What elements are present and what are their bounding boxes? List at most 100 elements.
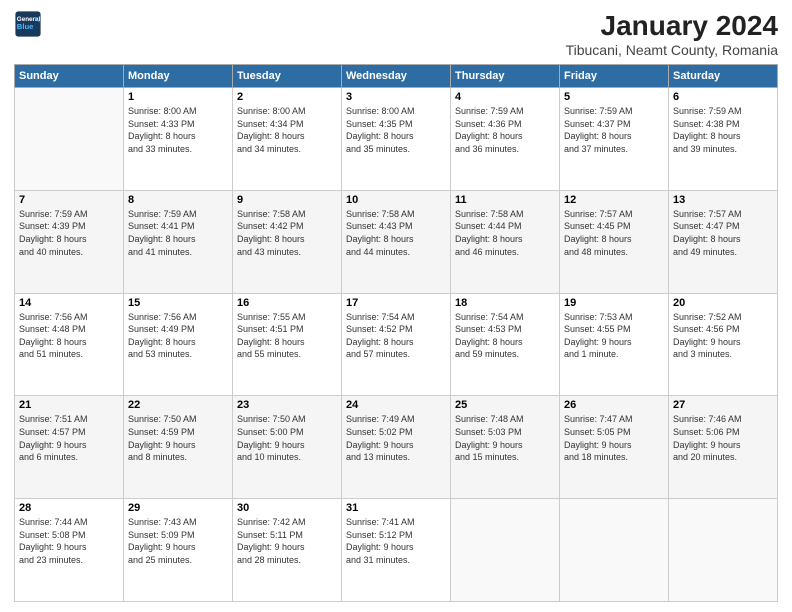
day-number: 14 — [19, 297, 119, 309]
cell-info: Sunrise: 7:52 AM Sunset: 4:56 PM Dayligh… — [673, 311, 773, 361]
calendar-cell: 29Sunrise: 7:43 AM Sunset: 5:09 PM Dayli… — [124, 499, 233, 602]
calendar-cell: 26Sunrise: 7:47 AM Sunset: 5:05 PM Dayli… — [560, 396, 669, 499]
cell-info: Sunrise: 7:47 AM Sunset: 5:05 PM Dayligh… — [564, 413, 664, 463]
week-row-3: 14 Sunrise: 7:56 AM Sunset: 4:48 PM Dayli… — [15, 293, 778, 396]
day-number: 6 — [673, 91, 773, 103]
calendar-cell: 20Sunrise: 7:52 AM Sunset: 4:56 PM Dayli… — [669, 293, 778, 396]
svg-text:Blue: Blue — [17, 22, 34, 31]
calendar-cell: 2 Sunrise: 8:00 AM Sunset: 4:34 PM Daylig… — [233, 88, 342, 191]
header: General Blue January 2024 Tibucani, Neam… — [14, 10, 778, 58]
calendar-cell: 17 Sunrise: 7:54 AM Sunset: 4:52 PM Dayli… — [342, 293, 451, 396]
calendar-cell: 15 Sunrise: 7:56 AM Sunset: 4:49 PM Dayli… — [124, 293, 233, 396]
day-number: 27 — [673, 399, 773, 411]
calendar-header-row: SundayMondayTuesdayWednesdayThursdayFrid… — [15, 65, 778, 88]
day-number: 15 — [128, 297, 228, 309]
day-number: 9 — [237, 194, 337, 206]
calendar-cell: 9 Sunrise: 7:58 AM Sunset: 4:42 PM Daylig… — [233, 190, 342, 293]
cell-info: Sunrise: 7:41 AM Sunset: 5:12 PM Dayligh… — [346, 516, 446, 566]
calendar-cell: 30Sunrise: 7:42 AM Sunset: 5:11 PM Dayli… — [233, 499, 342, 602]
week-row-1: 1 Sunrise: 8:00 AM Sunset: 4:33 PM Daylig… — [15, 88, 778, 191]
day-number: 11 — [455, 194, 555, 206]
week-row-2: 7 Sunrise: 7:59 AM Sunset: 4:39 PM Daylig… — [15, 190, 778, 293]
page-subtitle: Tibucani, Neamt County, Romania — [566, 42, 778, 58]
calendar-cell: 21 Sunrise: 7:51 AM Sunset: 4:57 PM Dayli… — [15, 396, 124, 499]
logo: General Blue — [14, 10, 42, 38]
calendar-cell: 6Sunrise: 7:59 AM Sunset: 4:38 PM Daylig… — [669, 88, 778, 191]
calendar-cell: 8 Sunrise: 7:59 AM Sunset: 4:41 PM Daylig… — [124, 190, 233, 293]
week-row-4: 21 Sunrise: 7:51 AM Sunset: 4:57 PM Dayli… — [15, 396, 778, 499]
calendar-cell: 12Sunrise: 7:57 AM Sunset: 4:45 PM Dayli… — [560, 190, 669, 293]
calendar-cell: 16 Sunrise: 7:55 AM Sunset: 4:51 PM Dayli… — [233, 293, 342, 396]
header-friday: Friday — [560, 65, 669, 88]
day-number: 5 — [564, 91, 664, 103]
cell-info: Sunrise: 8:00 AM Sunset: 4:35 PM Dayligh… — [346, 105, 446, 155]
cell-info: Sunrise: 8:00 AM Sunset: 4:33 PM Dayligh… — [128, 105, 228, 155]
day-number: 16 — [237, 297, 337, 309]
calendar-cell: 24 Sunrise: 7:49 AM Sunset: 5:02 PM Dayli… — [342, 396, 451, 499]
cell-info: Sunrise: 7:48 AM Sunset: 5:03 PM Dayligh… — [455, 413, 555, 463]
cell-info: Sunrise: 7:43 AM Sunset: 5:09 PM Dayligh… — [128, 516, 228, 566]
cell-info: Sunrise: 7:56 AM Sunset: 4:48 PM Dayligh… — [19, 311, 119, 361]
calendar-cell: 3 Sunrise: 8:00 AM Sunset: 4:35 PM Daylig… — [342, 88, 451, 191]
cell-info: Sunrise: 7:55 AM Sunset: 4:51 PM Dayligh… — [237, 311, 337, 361]
header-wednesday: Wednesday — [342, 65, 451, 88]
day-number: 18 — [455, 297, 555, 309]
calendar-cell: 18 Sunrise: 7:54 AM Sunset: 4:53 PM Dayli… — [451, 293, 560, 396]
calendar-cell: 14 Sunrise: 7:56 AM Sunset: 4:48 PM Dayli… — [15, 293, 124, 396]
cell-info: Sunrise: 7:46 AM Sunset: 5:06 PM Dayligh… — [673, 413, 773, 463]
day-number: 7 — [19, 194, 119, 206]
day-number: 24 — [346, 399, 446, 411]
calendar-cell — [560, 499, 669, 602]
calendar-cell — [669, 499, 778, 602]
day-number: 4 — [455, 91, 555, 103]
cell-info: Sunrise: 8:00 AM Sunset: 4:34 PM Dayligh… — [237, 105, 337, 155]
header-thursday: Thursday — [451, 65, 560, 88]
day-number: 28 — [19, 502, 119, 514]
cell-info: Sunrise: 7:57 AM Sunset: 4:45 PM Dayligh… — [564, 208, 664, 258]
header-saturday: Saturday — [669, 65, 778, 88]
calendar-cell: 27 Sunrise: 7:46 AM Sunset: 5:06 PM Dayli… — [669, 396, 778, 499]
calendar-cell: 13 Sunrise: 7:57 AM Sunset: 4:47 PM Dayli… — [669, 190, 778, 293]
page-title: January 2024 — [566, 10, 778, 42]
cell-info: Sunrise: 7:51 AM Sunset: 4:57 PM Dayligh… — [19, 413, 119, 463]
day-number: 10 — [346, 194, 446, 206]
cell-info: Sunrise: 7:54 AM Sunset: 4:52 PM Dayligh… — [346, 311, 446, 361]
day-number: 13 — [673, 194, 773, 206]
cell-info: Sunrise: 7:58 AM Sunset: 4:42 PM Dayligh… — [237, 208, 337, 258]
calendar-cell — [15, 88, 124, 191]
day-number: 1 — [128, 91, 228, 103]
calendar-cell: 22Sunrise: 7:50 AM Sunset: 4:59 PM Dayli… — [124, 396, 233, 499]
cell-info: Sunrise: 7:57 AM Sunset: 4:47 PM Dayligh… — [673, 208, 773, 258]
cell-info: Sunrise: 7:59 AM Sunset: 4:36 PM Dayligh… — [455, 105, 555, 155]
day-number: 21 — [19, 399, 119, 411]
calendar-cell: 4 Sunrise: 7:59 AM Sunset: 4:36 PM Daylig… — [451, 88, 560, 191]
calendar-cell: 5 Sunrise: 7:59 AM Sunset: 4:37 PM Daylig… — [560, 88, 669, 191]
cell-info: Sunrise: 7:58 AM Sunset: 4:43 PM Dayligh… — [346, 208, 446, 258]
cell-info: Sunrise: 7:59 AM Sunset: 4:41 PM Dayligh… — [128, 208, 228, 258]
calendar-cell: 10 Sunrise: 7:58 AM Sunset: 4:43 PM Dayli… — [342, 190, 451, 293]
calendar-cell: 28Sunrise: 7:44 AM Sunset: 5:08 PM Dayli… — [15, 499, 124, 602]
cell-info: Sunrise: 7:56 AM Sunset: 4:49 PM Dayligh… — [128, 311, 228, 361]
cell-info: Sunrise: 7:53 AM Sunset: 4:55 PM Dayligh… — [564, 311, 664, 361]
cell-info: Sunrise: 7:59 AM Sunset: 4:37 PM Dayligh… — [564, 105, 664, 155]
cell-info: Sunrise: 7:59 AM Sunset: 4:39 PM Dayligh… — [19, 208, 119, 258]
cell-info: Sunrise: 7:54 AM Sunset: 4:53 PM Dayligh… — [455, 311, 555, 361]
day-number: 2 — [237, 91, 337, 103]
calendar-cell: 23 Sunrise: 7:50 AM Sunset: 5:00 PM Dayli… — [233, 396, 342, 499]
calendar-cell: 25 Sunrise: 7:48 AM Sunset: 5:03 PM Dayli… — [451, 396, 560, 499]
cell-info: Sunrise: 7:49 AM Sunset: 5:02 PM Dayligh… — [346, 413, 446, 463]
calendar-cell: 19 Sunrise: 7:53 AM Sunset: 4:55 PM Dayli… — [560, 293, 669, 396]
day-number: 3 — [346, 91, 446, 103]
day-number: 17 — [346, 297, 446, 309]
calendar-cell: 1 Sunrise: 8:00 AM Sunset: 4:33 PM Daylig… — [124, 88, 233, 191]
cell-info: Sunrise: 7:58 AM Sunset: 4:44 PM Dayligh… — [455, 208, 555, 258]
cell-info: Sunrise: 7:50 AM Sunset: 5:00 PM Dayligh… — [237, 413, 337, 463]
day-number: 25 — [455, 399, 555, 411]
title-block: January 2024 Tibucani, Neamt County, Rom… — [566, 10, 778, 58]
header-monday: Monday — [124, 65, 233, 88]
day-number: 8 — [128, 194, 228, 206]
calendar-cell: 7 Sunrise: 7:59 AM Sunset: 4:39 PM Daylig… — [15, 190, 124, 293]
calendar-cell: 11 Sunrise: 7:58 AM Sunset: 4:44 PM Dayli… — [451, 190, 560, 293]
day-number: 23 — [237, 399, 337, 411]
day-number: 19 — [564, 297, 664, 309]
